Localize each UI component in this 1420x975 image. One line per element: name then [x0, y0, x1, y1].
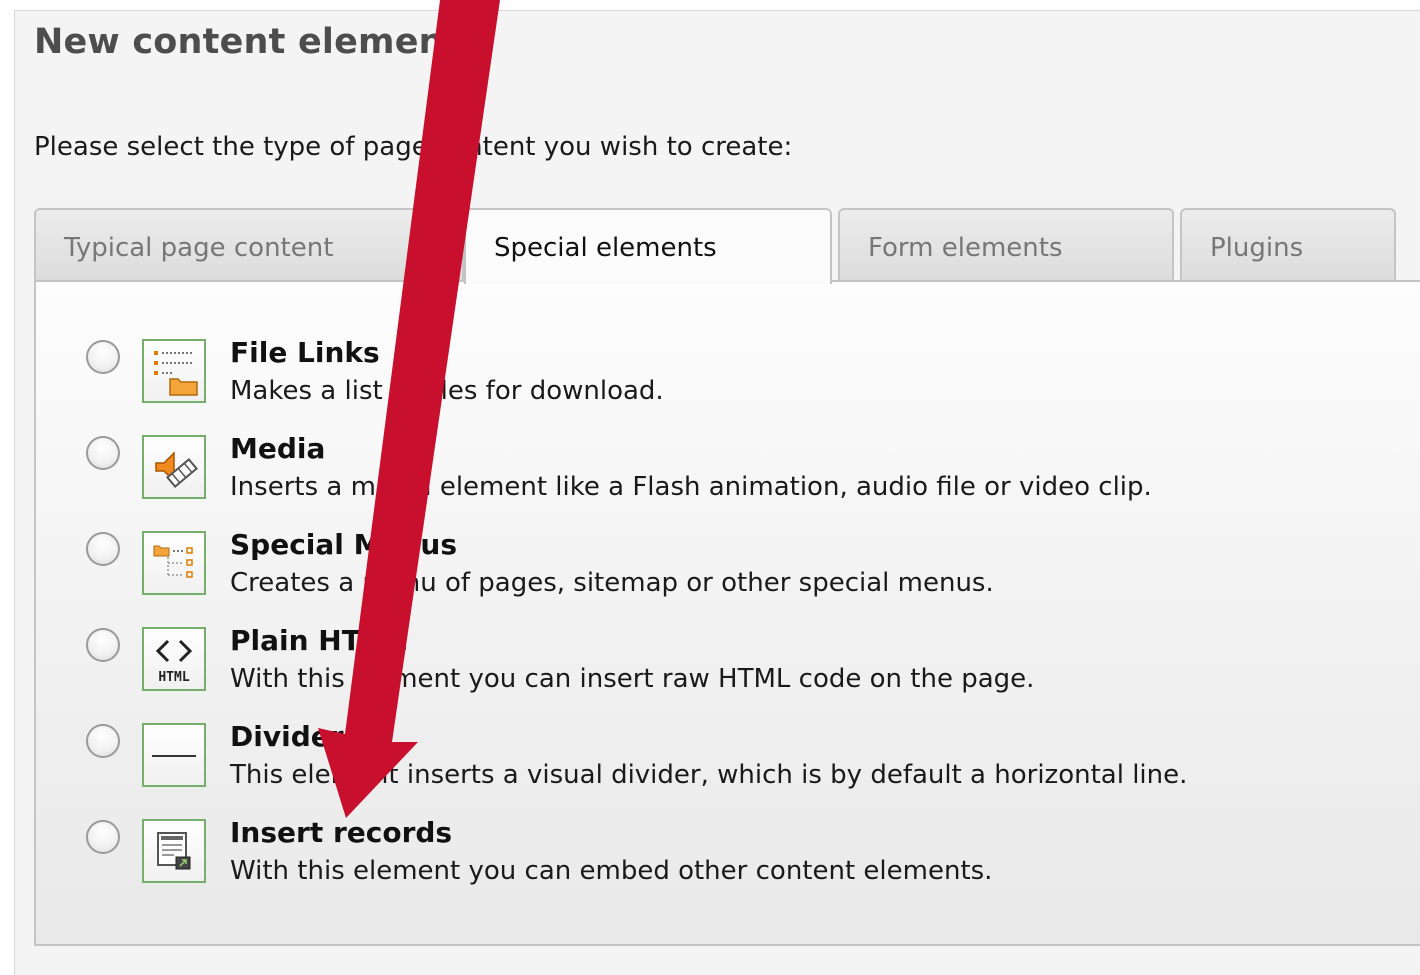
- html-icon-label: HTML: [158, 670, 189, 685]
- element-radio[interactable]: [86, 340, 120, 374]
- content-element-option[interactable]: HTML Plain HTML With this element you ca…: [36, 624, 1416, 718]
- divider-icon: [142, 723, 206, 787]
- element-description: With this element you can insert raw HTM…: [230, 664, 1035, 694]
- element-title: Special Menus: [230, 528, 458, 561]
- tab-label: Special elements: [494, 233, 717, 263]
- element-description: Inserts a media element like a Flash ani…: [230, 472, 1152, 502]
- plain-html-icon: HTML: [142, 627, 206, 691]
- tab-label: Typical page content: [64, 233, 334, 263]
- element-radio[interactable]: [86, 628, 120, 662]
- tab-plugins[interactable]: Plugins: [1180, 208, 1396, 280]
- insert-records-icon: [142, 819, 206, 883]
- element-description: This element inserts a visual divider, w…: [230, 760, 1188, 790]
- element-radio[interactable]: [86, 820, 120, 854]
- element-description: With this element you can embed other co…: [230, 856, 993, 886]
- element-title: Media: [230, 432, 326, 465]
- tab-label: Plugins: [1210, 233, 1304, 263]
- element-description: Makes a list of files for download.: [230, 376, 664, 406]
- instruction-text: Please select the type of page content y…: [34, 132, 793, 162]
- tab-panel-special-elements: File Links Makes a list of files for dow…: [34, 280, 1420, 946]
- file-links-icon: [142, 339, 206, 403]
- tab-special-elements[interactable]: Special elements: [464, 208, 832, 284]
- content-element-option[interactable]: File Links Makes a list of files for dow…: [36, 336, 1416, 430]
- content-element-option[interactable]: Insert records With this element you can…: [36, 816, 1416, 910]
- tab-form-elements[interactable]: Form elements: [838, 208, 1174, 280]
- tab-typical-page-content[interactable]: Typical page content: [34, 208, 464, 280]
- element-title: Divider: [230, 720, 344, 753]
- content-element-option[interactable]: Special Menus Creates a menu of pages, s…: [36, 528, 1416, 622]
- element-radio[interactable]: [86, 724, 120, 758]
- element-title: Insert records: [230, 816, 453, 849]
- element-description: Creates a menu of pages, sitemap or othe…: [230, 568, 994, 598]
- page-title: New content element: [34, 22, 461, 62]
- media-icon: [142, 435, 206, 499]
- element-title: File Links: [230, 336, 380, 369]
- tab-label: Form elements: [868, 233, 1063, 263]
- special-menus-icon: [142, 531, 206, 595]
- element-radio[interactable]: [86, 436, 120, 470]
- content-element-option[interactable]: Media Inserts a media element like a Fla…: [36, 432, 1416, 526]
- content-element-option[interactable]: Divider This element inserts a visual di…: [36, 720, 1416, 814]
- element-radio[interactable]: [86, 532, 120, 566]
- element-title: Plain HTML: [230, 624, 407, 657]
